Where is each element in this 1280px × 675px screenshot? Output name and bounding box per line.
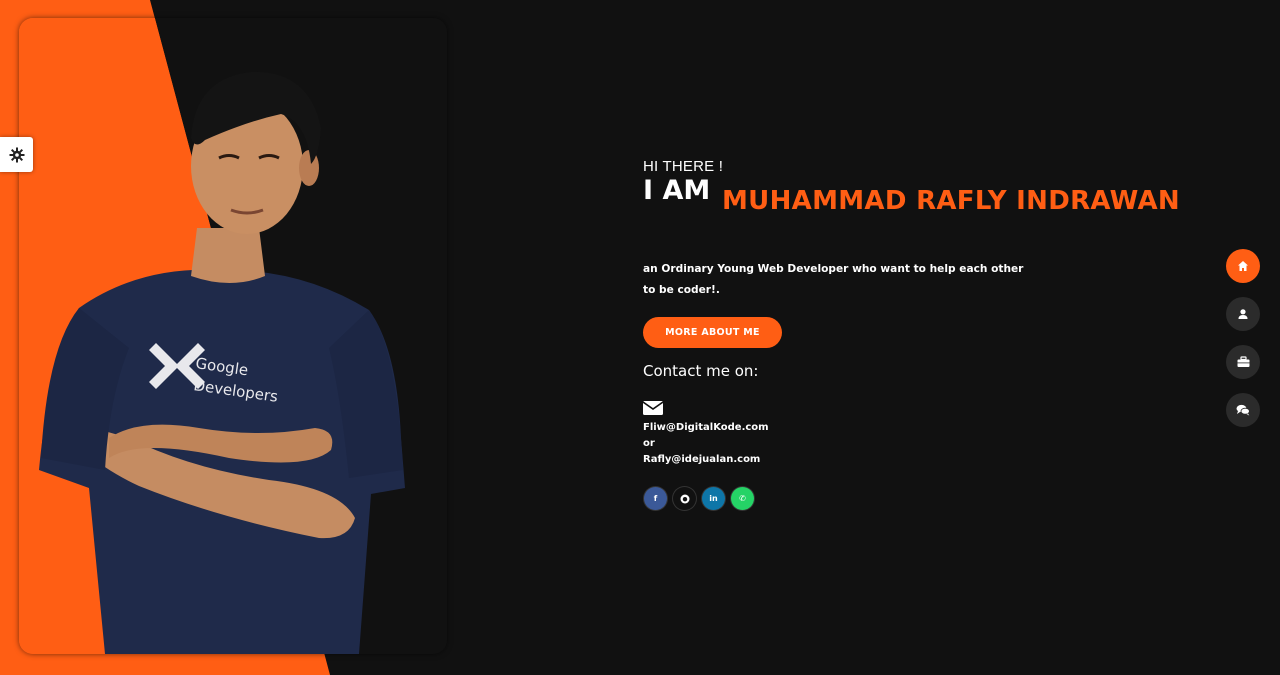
facebook-icon: f	[653, 494, 658, 503]
more-about-me-button[interactable]: MORE ABOUT ME	[643, 317, 782, 348]
github-icon	[680, 494, 689, 503]
hero-i-am: I AM	[643, 175, 711, 206]
page: Google Developers HI THERE ! I AM MUHAMM…	[0, 0, 1280, 675]
hero-greeting: HI THERE !	[643, 158, 724, 175]
hero-name-row: I AM MUHAMMAD RAFLY INDRAWAN	[643, 175, 1203, 235]
linkedin-link[interactable]: in	[702, 487, 725, 510]
hero-name: MUHAMMAD RAFLY INDRAWAN	[722, 186, 1180, 216]
profile-photo: Google Developers	[19, 18, 405, 654]
social-links: f in ✆	[644, 487, 754, 510]
comments-icon	[1236, 404, 1250, 416]
whatsapp-link[interactable]: ✆	[731, 487, 754, 510]
gear-icon	[9, 147, 24, 162]
hero-bio: an Ordinary Young Web Developer who want…	[643, 263, 1024, 296]
nav-contact-button[interactable]	[1226, 393, 1260, 427]
whatsapp-icon: ✆	[739, 494, 746, 503]
nav-portfolio-button[interactable]	[1226, 345, 1260, 379]
hero-section: HI THERE ! I AM MUHAMMAD RAFLY INDRAWAN	[643, 158, 1203, 235]
email-separator: or	[643, 438, 655, 449]
envelope-icon	[643, 401, 663, 415]
email-secondary[interactable]: Rafly@idejualan.com	[643, 452, 769, 468]
linkedin-icon: in	[709, 494, 718, 503]
contact-emails: Fliw@DigitalKode.com or Rafly@idejualan.…	[643, 420, 769, 468]
facebook-link[interactable]: f	[644, 487, 667, 510]
home-icon	[1238, 261, 1248, 271]
nav-about-button[interactable]	[1226, 297, 1260, 331]
profile-photo-card: Google Developers	[19, 18, 447, 654]
nav-home-button[interactable]	[1226, 249, 1260, 283]
side-navigation	[1226, 249, 1260, 427]
settings-toggle-button[interactable]	[0, 137, 33, 172]
email-primary[interactable]: Fliw@DigitalKode.com	[643, 420, 769, 436]
user-icon	[1238, 309, 1248, 319]
github-link[interactable]	[673, 487, 696, 510]
briefcase-icon	[1237, 356, 1249, 367]
contact-title: Contact me on:	[643, 362, 759, 380]
